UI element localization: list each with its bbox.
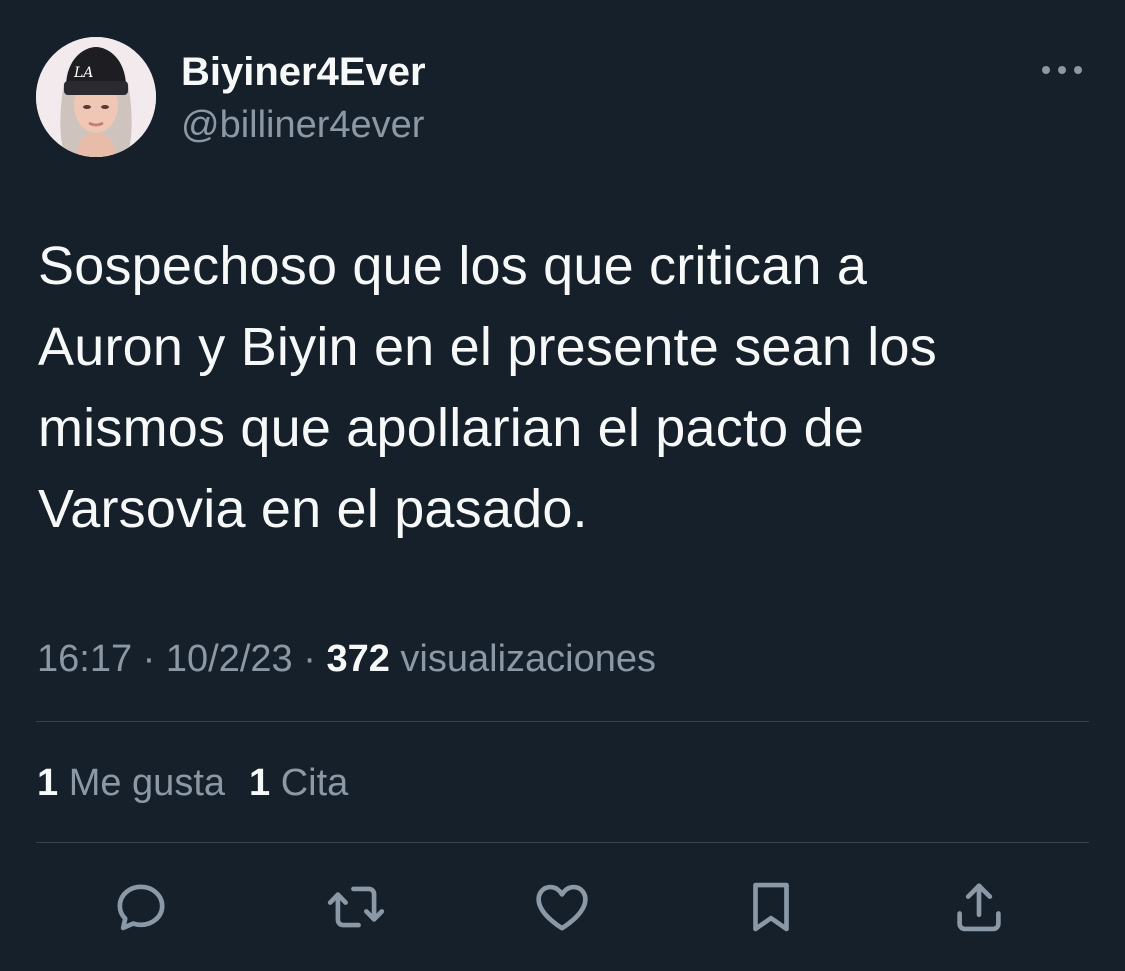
meta-separator: · [303,638,316,680]
more-icon [1042,66,1082,74]
share-icon [957,883,1001,932]
likes-label: Me gusta [68,762,226,804]
quotes-label: Cita [280,762,349,804]
tweet-date[interactable]: 10/2/23 [166,638,293,680]
quotes-count: 1 [249,762,271,804]
reply-button[interactable] [106,872,176,942]
engagement-stats: 1 Me gusta 1 Cita [37,760,348,806]
likes-count: 1 [37,762,59,804]
divider [36,721,1089,722]
action-bar [0,872,1125,942]
more-options-button[interactable] [1036,54,1088,86]
divider [36,842,1089,843]
reply-icon [117,884,165,931]
avatar[interactable]: LA [36,37,156,157]
quotes-stat[interactable]: 1 Cita [249,760,348,806]
views-count: 372 [326,638,390,680]
like-button[interactable] [527,872,597,942]
bookmark-icon [753,882,789,932]
meta-separator: · [142,638,156,680]
likes-stat[interactable]: 1 Me gusta [37,760,225,806]
bookmark-button[interactable] [736,872,806,942]
display-name[interactable]: Biyiner4Ever [181,48,426,96]
tweet-text: Sospechoso que los que critican a Auron … [38,236,937,539]
views-label: visualizaciones [400,638,656,680]
heart-icon [536,884,588,931]
avatar-image: LA [36,37,156,157]
user-handle[interactable]: @billiner4ever [181,102,424,148]
retweet-button[interactable] [321,872,391,942]
retweet-icon [327,886,385,928]
tweet-time[interactable]: 16:17 [37,638,132,680]
svg-text:LA: LA [73,65,93,81]
share-button[interactable] [944,872,1014,942]
tweet-meta: 16:17 · 10/2/23 · 372 visualizaciones [37,636,656,682]
